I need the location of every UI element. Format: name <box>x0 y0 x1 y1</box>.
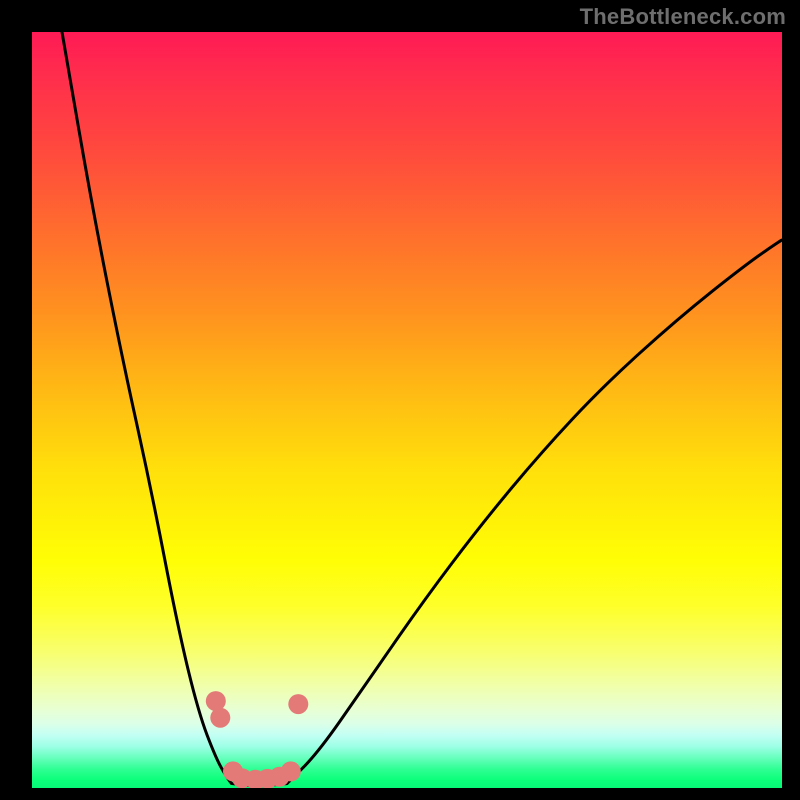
highlighted-markers <box>206 691 308 788</box>
chart-frame: TheBottleneck.com <box>0 0 800 800</box>
highlight-marker <box>288 694 308 714</box>
highlight-marker <box>281 761 301 781</box>
curve-layer <box>32 32 782 788</box>
plot-area <box>32 32 782 788</box>
bottleneck-curve <box>62 32 782 786</box>
bottleneck-curve-path <box>62 32 782 786</box>
highlight-marker <box>210 708 230 728</box>
watermark-text: TheBottleneck.com <box>580 4 786 30</box>
